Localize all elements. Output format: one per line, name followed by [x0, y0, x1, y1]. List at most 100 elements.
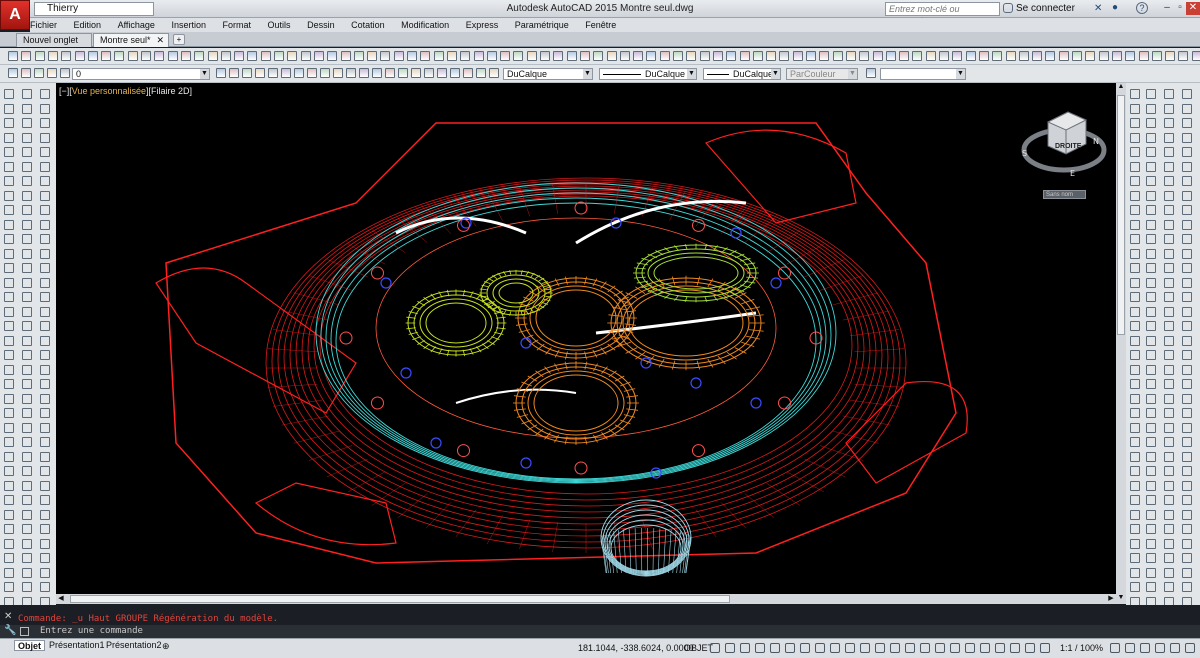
standard-tool-icon[interactable] [553, 51, 564, 61]
menu-fenetre[interactable]: Fenêtre [585, 18, 616, 32]
modify-tool-icon[interactable] [1164, 553, 1174, 563]
modify-tool-icon[interactable] [1130, 393, 1140, 404]
standard-tool-icon[interactable] [939, 51, 949, 61]
modify-tool-icon[interactable] [1182, 437, 1192, 447]
standard-tool-icon[interactable] [859, 51, 870, 61]
status-toggle-icon[interactable] [935, 643, 945, 653]
modify-tool-icon[interactable] [1164, 176, 1174, 186]
draw-tool-icon[interactable] [4, 335, 14, 346]
modify-tool-icon[interactable] [1182, 219, 1192, 230]
modify-tool-icon[interactable] [1130, 480, 1140, 491]
draw-tool-icon[interactable] [40, 161, 50, 172]
modify-tool-icon[interactable] [1164, 190, 1174, 201]
layer-state-tool-icon[interactable] [346, 68, 356, 78]
standard-tool-icon[interactable] [234, 51, 245, 61]
modify-tool-icon[interactable] [1164, 538, 1174, 549]
standard-tool-icon[interactable] [1018, 51, 1029, 61]
menu-modification[interactable]: Modification [401, 18, 449, 32]
draw-tool-icon[interactable] [22, 393, 32, 404]
draw-tool-icon[interactable] [22, 103, 32, 114]
standard-tool-icon[interactable] [513, 51, 524, 61]
modify-tool-icon[interactable] [1130, 161, 1140, 172]
draw-tool-icon[interactable] [22, 350, 32, 360]
modify-tool-icon[interactable] [1164, 306, 1174, 317]
draw-tool-icon[interactable] [40, 466, 50, 476]
modify-tool-icon[interactable] [1146, 335, 1156, 346]
menu-parametrique[interactable]: Paramétrique [515, 18, 569, 32]
modify-tool-icon[interactable] [1130, 292, 1140, 302]
menu-dessin[interactable]: Dessin [307, 18, 335, 32]
draw-tool-icon[interactable] [4, 176, 14, 186]
standard-tool-icon[interactable] [978, 51, 989, 61]
draw-tool-icon[interactable] [22, 567, 32, 578]
standard-tool-icon[interactable] [34, 51, 45, 61]
modify-tool-icon[interactable] [1182, 248, 1192, 259]
layer-state-tool-icon[interactable] [216, 68, 226, 78]
modify-tool-icon[interactable] [1130, 509, 1140, 520]
draw-tool-icon[interactable] [40, 379, 50, 389]
draw-tool-icon[interactable] [40, 393, 50, 404]
modify-tool-icon[interactable] [1146, 524, 1156, 534]
close-button[interactable]: ✕ [1186, 2, 1200, 15]
application-menu-button[interactable]: A [0, 0, 30, 30]
draw-tool-icon[interactable] [4, 422, 14, 433]
standard-tool-icon[interactable] [300, 51, 311, 61]
standard-tool-icon[interactable] [1098, 51, 1109, 61]
draw-tool-icon[interactable] [22, 437, 32, 447]
draw-tool-icon[interactable] [22, 422, 32, 433]
status-toggle-icon[interactable] [965, 643, 975, 653]
draw-tool-icon[interactable] [40, 147, 50, 157]
layer-dropdown[interactable]: 0 ▼ [72, 68, 210, 80]
layer-tool-icon[interactable] [34, 68, 44, 78]
draw-tool-icon[interactable] [40, 524, 50, 534]
standard-tool-icon[interactable] [154, 51, 165, 61]
modify-tool-icon[interactable] [1146, 248, 1156, 259]
draw-tool-icon[interactable] [4, 292, 14, 302]
draw-tool-icon[interactable] [22, 219, 32, 230]
layer-state-tool-icon[interactable] [385, 68, 395, 78]
layer-state-tool-icon[interactable] [242, 68, 252, 78]
layer-state-tool-icon[interactable] [437, 68, 447, 78]
layer-state-tool-icon[interactable] [489, 68, 499, 78]
status-toggle-icon[interactable] [1010, 643, 1020, 653]
modify-tool-icon[interactable] [1182, 495, 1192, 505]
tab-layout1[interactable]: Présentation1 [46, 640, 108, 651]
layer-tool-icon[interactable] [47, 68, 57, 78]
modify-tool-icon[interactable] [1164, 118, 1174, 128]
modify-tool-icon[interactable] [1164, 335, 1174, 346]
draw-tool-icon[interactable] [4, 190, 14, 201]
command-input[interactable]: Entrez une commande [40, 626, 143, 636]
standard-tool-icon[interactable] [500, 51, 511, 61]
modify-tool-icon[interactable] [1130, 379, 1140, 389]
command-recent-icon[interactable] [20, 627, 29, 636]
modify-tool-icon[interactable] [1182, 335, 1192, 346]
standard-tool-icon[interactable] [659, 51, 670, 61]
status-toggle-icon[interactable] [875, 643, 885, 653]
status-toggle-icon[interactable] [1110, 643, 1120, 653]
modify-tool-icon[interactable] [1164, 408, 1174, 418]
draw-tool-icon[interactable] [4, 306, 14, 317]
status-toggle-icon[interactable] [785, 643, 795, 653]
draw-tool-icon[interactable] [40, 263, 50, 273]
wcs-menu-button[interactable]: Sans nom [1043, 190, 1086, 199]
modify-tool-icon[interactable] [1146, 263, 1156, 273]
draw-tool-icon[interactable] [22, 248, 32, 259]
draw-tool-icon[interactable] [40, 277, 50, 288]
modify-tool-icon[interactable] [1146, 234, 1156, 244]
modify-tool-icon[interactable] [1130, 321, 1140, 331]
modify-tool-icon[interactable] [1130, 132, 1140, 143]
minimize-button[interactable]: – [1160, 2, 1174, 15]
status-toggle-icon[interactable] [860, 643, 870, 653]
modify-tool-icon[interactable] [1130, 495, 1140, 505]
modify-tool-icon[interactable] [1164, 451, 1174, 462]
draw-tool-icon[interactable] [22, 263, 32, 273]
draw-tool-icon[interactable] [22, 495, 32, 505]
binoculars-icon[interactable] [1003, 3, 1013, 13]
draw-tool-icon[interactable] [4, 161, 14, 172]
modify-tool-icon[interactable] [1164, 161, 1174, 172]
draw-tool-icon[interactable] [40, 495, 50, 505]
standard-tool-icon[interactable] [766, 51, 777, 61]
modify-tool-icon[interactable] [1146, 553, 1156, 563]
standard-tool-icon[interactable] [260, 51, 271, 61]
standard-tool-icon[interactable] [486, 51, 497, 61]
